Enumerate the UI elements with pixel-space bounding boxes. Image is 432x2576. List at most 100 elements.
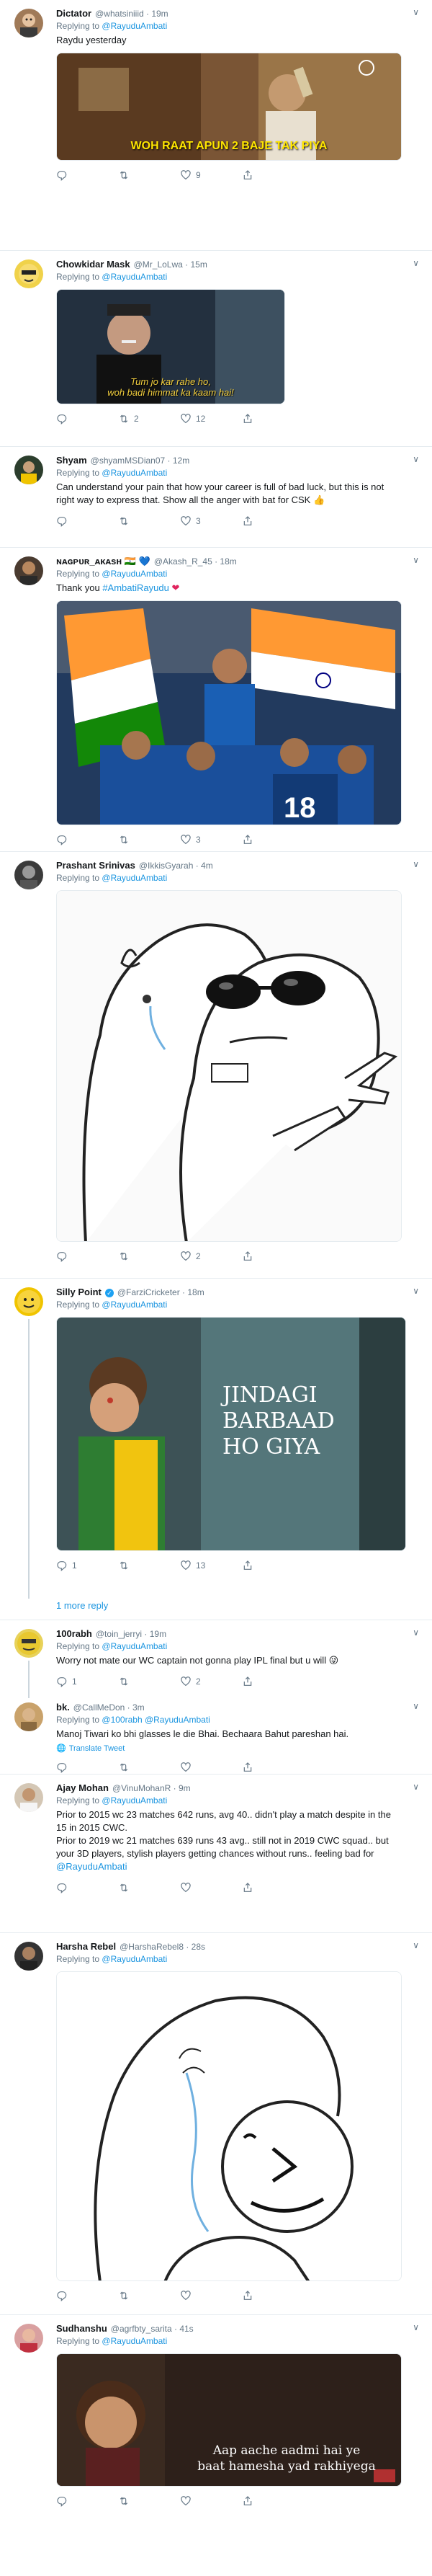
author-handle[interactable]: @IkkisGyarah · 4m: [139, 859, 213, 872]
author-handle[interactable]: @CallMeDon · 3m: [73, 1701, 145, 1714]
mention-link[interactable]: @RayuduAmbati: [56, 1860, 402, 1873]
chevron-down-icon[interactable]: ∨: [413, 454, 419, 464]
tweet-media[interactable]: 18: [56, 600, 402, 825]
share-button[interactable]: [242, 413, 304, 425]
tweet-media[interactable]: [56, 1971, 402, 2281]
author-handle[interactable]: @VinuMohanR · 9m: [112, 1782, 191, 1795]
translate-tweet-link[interactable]: 🌐 Translate Tweet: [56, 1744, 420, 1754]
author-handle[interactable]: @shyamMSDian07 · 12m: [91, 454, 190, 467]
share-button[interactable]: [242, 1251, 304, 1262]
reply-mention-link[interactable]: @RayuduAmbati: [102, 1641, 167, 1651]
chevron-down-icon[interactable]: ∨: [413, 1286, 419, 1296]
share-button[interactable]: [242, 2290, 304, 2301]
reply-button[interactable]: [56, 169, 118, 181]
hashtag-link[interactable]: #AmbatiRayudu: [102, 582, 169, 593]
avatar[interactable]: [14, 1783, 43, 1812]
like-button[interactable]: 2: [180, 1676, 242, 1687]
author-name[interactable]: Harsha Rebel: [56, 1940, 116, 1953]
avatar[interactable]: [14, 1702, 43, 1731]
share-button[interactable]: [242, 834, 304, 845]
tweet-media[interactable]: Aap aache aadmi hai ye baat hamesha yad …: [56, 2353, 402, 2487]
author-name[interactable]: Dictator: [56, 7, 91, 20]
retweet-button[interactable]: [118, 2290, 180, 2301]
author-name[interactable]: Ajay Mohan: [56, 1782, 109, 1795]
reply-button[interactable]: [56, 413, 118, 425]
avatar[interactable]: [14, 861, 43, 889]
tweet[interactable]: Prashant Srinivas @IkkisGyarah · 4m ∨ Rep…: [0, 852, 432, 1279]
tweet[interactable]: Chowkidar Mask @Mr_LoLwa · 15m ∨ Replying…: [0, 251, 432, 447]
avatar[interactable]: [14, 9, 43, 37]
reply-mention-link[interactable]: @RayuduAmbati: [102, 468, 167, 478]
share-button[interactable]: [242, 2495, 304, 2507]
reply-mention-link[interactable]: @RayuduAmbati: [102, 2336, 167, 2346]
tweet[interactable]: 100rabh @toin_jerryi · 19m ∨ Replying to …: [0, 1620, 432, 1698]
retweet-button[interactable]: [118, 515, 180, 527]
avatar[interactable]: [14, 556, 43, 585]
tweet[interactable]: ɴᴀɢᴘᴜʀ_ᴀᴋᴀsʜ 🇮🇳 💙 @Akash_R_45 · 18m ∨ Rep…: [0, 548, 432, 852]
author-name[interactable]: Sudhanshu: [56, 2322, 107, 2335]
tweet[interactable]: Sudhanshu @agrfbty_sarita · 41s ∨ Replyin…: [0, 2315, 432, 2510]
retweet-button[interactable]: [118, 2495, 180, 2507]
like-button[interactable]: 3: [180, 834, 242, 845]
tweet-media[interactable]: WOH RAAT APUN 2 BAJE TAK PIYA: [56, 53, 402, 161]
like-button[interactable]: [180, 1762, 242, 1773]
like-button[interactable]: [180, 1882, 242, 1893]
reply-button[interactable]: 1: [56, 1676, 118, 1687]
reply-button[interactable]: [56, 515, 118, 527]
reply-button[interactable]: [56, 1762, 118, 1773]
author-name[interactable]: Shyam: [56, 454, 87, 467]
author-name[interactable]: bk.: [56, 1701, 70, 1714]
chevron-down-icon[interactable]: ∨: [413, 859, 419, 869]
chevron-down-icon[interactable]: ∨: [413, 1701, 419, 1711]
reply-mention-link[interactable]: @RayuduAmbati: [102, 1954, 167, 1964]
reply-mention-link[interactable]: @RayuduAmbati: [102, 873, 167, 883]
retweet-button[interactable]: [118, 1762, 180, 1773]
chevron-down-icon[interactable]: ∨: [413, 1627, 419, 1638]
reply-mention-link[interactable]: @RayuduAmbati: [102, 272, 167, 282]
avatar[interactable]: [14, 1287, 43, 1316]
share-button[interactable]: [242, 1676, 304, 1687]
avatar[interactable]: [14, 1942, 43, 1971]
tweet[interactable]: Ajay Mohan @VinuMohanR · 9m ∨ Replying to…: [0, 1775, 432, 1933]
tweet[interactable]: Shyam @shyamMSDian07 · 12m ∨ Replying to …: [0, 447, 432, 548]
author-handle[interactable]: @toin_jerryi · 19m: [96, 1627, 166, 1640]
like-button[interactable]: 9: [180, 169, 242, 181]
retweet-button[interactable]: [118, 1676, 180, 1687]
reply-button[interactable]: [56, 2495, 118, 2507]
reply-button[interactable]: [56, 1882, 118, 1893]
author-handle[interactable]: @agrfbty_sarita · 41s: [111, 2322, 194, 2335]
chevron-down-icon[interactable]: ∨: [413, 1782, 419, 1792]
avatar[interactable]: [14, 2324, 43, 2353]
tweet-media[interactable]: Tum jo kar rahe ho, woh badi himmat ka k…: [56, 289, 285, 404]
chevron-down-icon[interactable]: ∨: [413, 258, 419, 268]
retweet-button[interactable]: [118, 169, 180, 181]
tweet[interactable]: Silly Point ✓ @FarziCricketer · 18m ∨ Repl…: [0, 1279, 432, 1599]
author-handle[interactable]: @whatsiniiid · 19m: [95, 7, 168, 20]
share-button[interactable]: [242, 1882, 304, 1893]
like-button[interactable]: [180, 2495, 242, 2507]
author-name[interactable]: ɴᴀɢᴘᴜʀ_ᴀᴋᴀsʜ 🇮🇳 💙: [56, 555, 150, 568]
retweet-button[interactable]: [118, 1560, 180, 1571]
reply-mention-link[interactable]: @RayuduAmbati: [102, 569, 167, 579]
retweet-button[interactable]: 2: [118, 413, 180, 425]
reply-button[interactable]: [56, 1251, 118, 1262]
reply-button[interactable]: [56, 2290, 118, 2301]
reply-button[interactable]: 1: [56, 1560, 118, 1571]
tweet[interactable]: bk. @CallMeDon · 3m ∨ Replying to @100rab…: [0, 1694, 432, 1775]
like-button[interactable]: 2: [180, 1251, 242, 1262]
chevron-down-icon[interactable]: ∨: [413, 2322, 419, 2332]
author-name[interactable]: Prashant Srinivas: [56, 859, 135, 872]
share-button[interactable]: [242, 1560, 304, 1571]
chevron-down-icon[interactable]: ∨: [413, 1940, 419, 1950]
avatar[interactable]: [14, 259, 43, 288]
retweet-button[interactable]: [118, 834, 180, 845]
tweet-media[interactable]: JINDAGI BARBAAD HO GIYA: [56, 1317, 406, 1551]
tweet-media[interactable]: [56, 890, 402, 1242]
chevron-down-icon[interactable]: ∨: [413, 7, 419, 17]
chevron-down-icon[interactable]: ∨: [413, 555, 419, 565]
avatar[interactable]: [14, 1629, 43, 1658]
like-button[interactable]: 12: [180, 413, 242, 425]
like-button[interactable]: [180, 2290, 242, 2301]
author-handle[interactable]: @Akash_R_45 · 18m: [154, 555, 237, 568]
reply-mention-link[interactable]: @100rabh @RayuduAmbati: [102, 1715, 210, 1725]
